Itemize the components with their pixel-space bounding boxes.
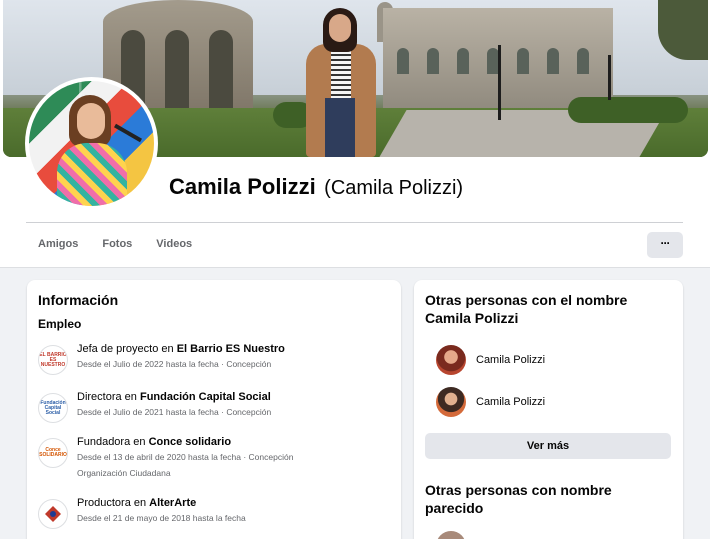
job-role: Jefa de proyecto en — [77, 343, 177, 355]
cover-window — [397, 48, 409, 74]
more-options-button[interactable]: ··· — [647, 232, 683, 258]
person-avatar — [436, 531, 466, 539]
person-avatar — [436, 345, 466, 375]
other-people-title: Otras personas con el nombre Camila Poli… — [425, 292, 628, 326]
profile-header: Camila Polizzi (Camila Polizzi) Amigos F… — [0, 0, 710, 268]
job-meta: Desde el 13 de abril de 2020 hasta la fe… — [77, 452, 294, 462]
job-meta: Desde el 21 de mayo de 2018 hasta la fec… — [77, 513, 246, 523]
tab-fotos[interactable]: Fotos — [90, 231, 144, 259]
job-item: EL BARRIO ES NUESTRO Jefa de proyecto en… — [38, 343, 393, 383]
header-divider — [26, 222, 683, 223]
similar-names-title: Otras personas con nombre parecido — [425, 482, 612, 516]
job-org-link[interactable]: Fundación Capital Social — [140, 391, 271, 403]
job-org-link[interactable]: AlterArte — [149, 497, 196, 509]
org-logo-text: Conce SOLIDARIO — [39, 447, 67, 458]
job-org-link[interactable]: Conce solidario — [149, 436, 232, 448]
org-logo-text: Fundación Capital Social — [40, 399, 66, 416]
job-title: Productora en AlterArte — [77, 497, 196, 509]
avatar-dress — [57, 143, 127, 206]
see-more-button[interactable]: Ver más — [425, 433, 671, 459]
profile-name: Camila Polizzi — [169, 174, 316, 199]
cover-person-jeans — [325, 98, 355, 157]
org-logo-icon[interactable]: Fundación Capital Social — [38, 393, 68, 423]
cover-window — [577, 48, 589, 74]
cover-window — [427, 48, 439, 74]
job-item: Fundación Capital Social Directora en Fu… — [38, 391, 393, 431]
job-role: Fundadora en — [77, 436, 149, 448]
job-title: Directora en Fundación Capital Social — [77, 391, 271, 403]
profile-alternate-name: (Camila Polizzi) — [324, 177, 464, 199]
info-card: Información Empleo EL BARRIO ES NUESTRO … — [27, 280, 401, 539]
profile-avatar[interactable] — [25, 77, 158, 210]
org-logo-text: EL BARRIO ES NUESTRO — [39, 351, 67, 368]
avatar-face — [77, 103, 105, 139]
cover-window — [547, 48, 559, 74]
job-meta: Desde el Julio de 2022 hasta la fecha · … — [77, 359, 272, 369]
job-meta-secondary: Organización Ciudadana — [77, 468, 171, 478]
job-meta: Desde el Julio de 2021 hasta la fecha · … — [77, 407, 272, 417]
alterarte-logo-icon — [45, 506, 61, 522]
tab-amigos[interactable]: Amigos — [26, 231, 90, 259]
org-logo-icon[interactable]: EL BARRIO ES NUESTRO — [38, 345, 68, 375]
job-item: Productora en AlterArte Desde el 21 de m… — [38, 497, 393, 537]
person-name: Camila Polizzi — [476, 396, 546, 408]
cover-window — [517, 48, 529, 74]
job-org-link[interactable]: El Barrio ES Nuestro — [177, 343, 285, 355]
profile-name-line: Camila Polizzi (Camila Polizzi) — [169, 174, 463, 200]
job-role: Directora en — [77, 391, 140, 403]
org-logo-icon[interactable] — [38, 499, 68, 529]
person-result[interactable] — [436, 530, 666, 539]
person-result[interactable]: Camila Polizzi — [436, 386, 666, 418]
person-result[interactable]: Camila Polizzi — [436, 344, 666, 376]
cover-person-shirt — [331, 46, 351, 98]
cover-arch — [209, 30, 233, 110]
cover-hedge — [568, 97, 688, 123]
job-title: Fundadora en Conce solidario — [77, 436, 231, 448]
cover-window — [457, 48, 469, 74]
info-title: Información — [38, 292, 119, 308]
employment-section-label: Empleo — [38, 317, 82, 331]
more-dots-icon: ··· — [660, 236, 671, 250]
tab-videos[interactable]: Videos — [144, 231, 204, 259]
cover-lamp — [608, 55, 611, 100]
person-avatar — [436, 387, 466, 417]
profile-tabs: Amigos Fotos Videos — [26, 231, 204, 259]
cover-person — [301, 8, 381, 157]
person-name: Camila Polizzi — [476, 354, 546, 366]
job-role: Productora en — [77, 497, 150, 509]
profile-photo — [29, 81, 154, 206]
cover-lamp — [498, 45, 501, 120]
job-title: Jefa de proyecto en El Barrio ES Nuestro — [77, 343, 285, 355]
other-people-card: Otras personas con el nombre Camila Poli… — [414, 280, 683, 539]
org-logo-icon[interactable]: Conce SOLIDARIO — [38, 438, 68, 468]
cover-arch — [165, 30, 189, 110]
cover-person-face — [329, 14, 351, 42]
job-item: Conce SOLIDARIO Fundadora en Conce solid… — [38, 436, 393, 484]
